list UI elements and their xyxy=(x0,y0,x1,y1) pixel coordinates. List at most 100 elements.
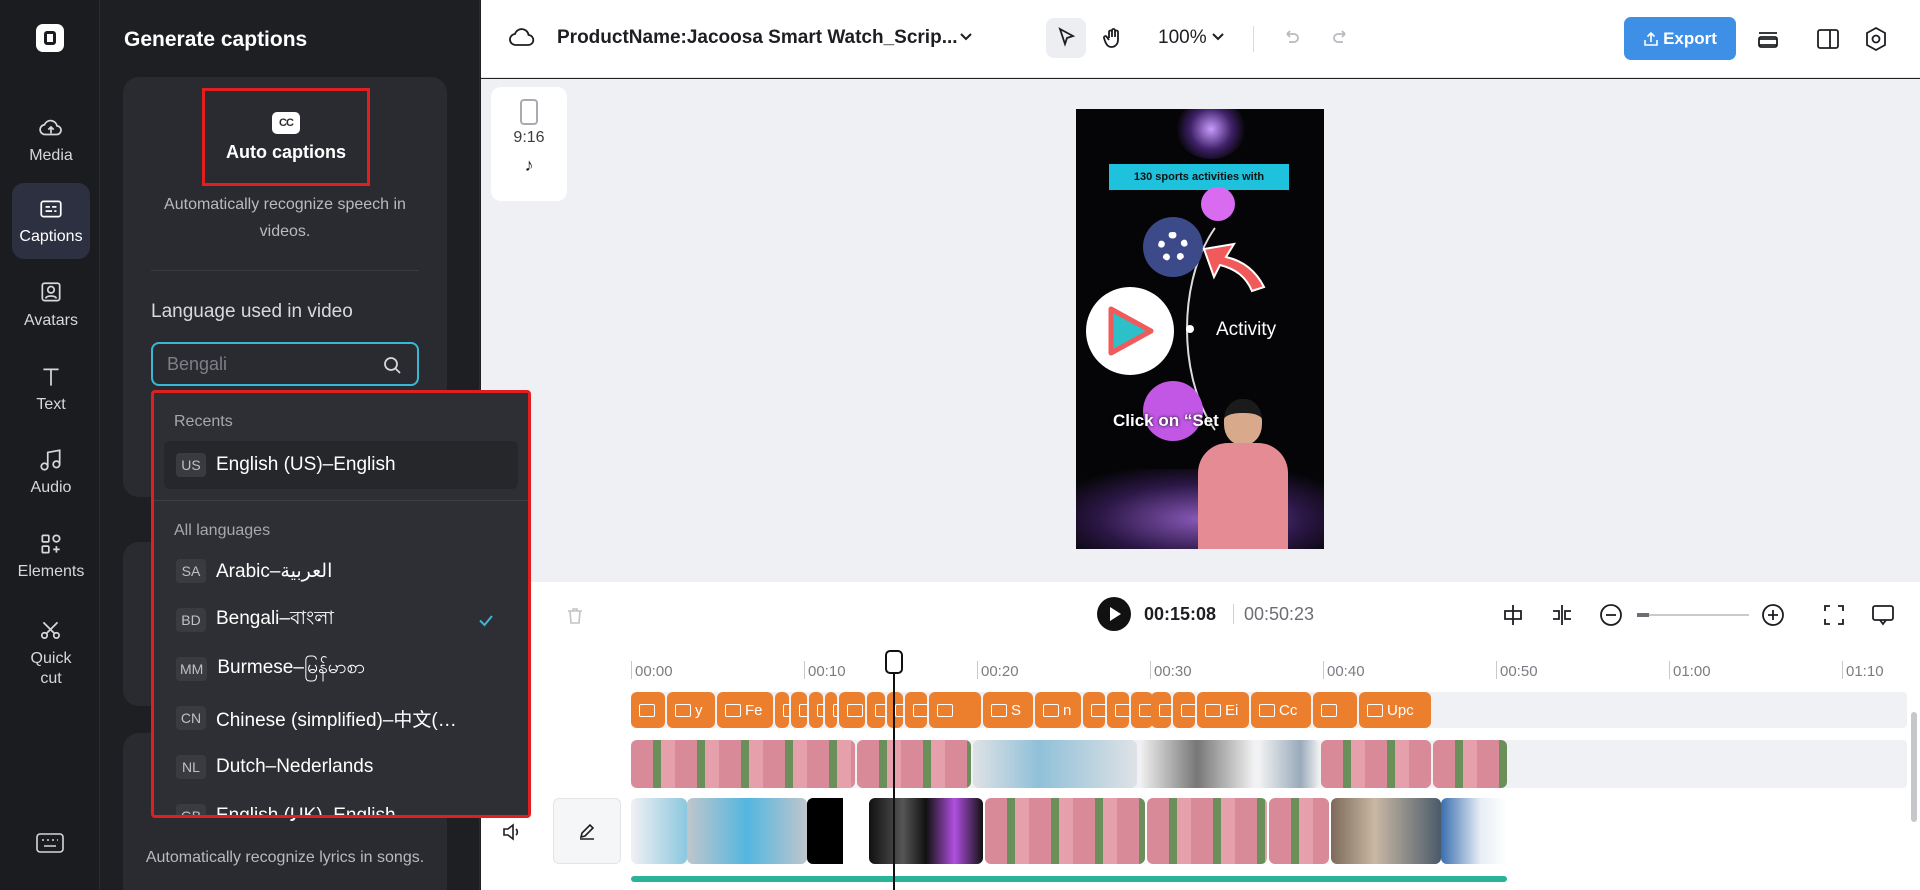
caption-clip[interactable] xyxy=(775,692,789,728)
fullscreen-button[interactable] xyxy=(1821,602,1847,628)
zoom-out-button[interactable] xyxy=(1598,602,1624,628)
play-button[interactable] xyxy=(1097,597,1131,631)
language-option[interactable]: MM Burmese–မြန်မာစာ xyxy=(164,645,518,693)
video-clip[interactable] xyxy=(1147,798,1267,864)
caption-clip[interactable]: n xyxy=(1035,692,1081,728)
rail-item-captions[interactable]: Captions xyxy=(12,183,90,259)
video-clip[interactable] xyxy=(857,740,971,788)
rail-item-media[interactable]: Media xyxy=(12,102,90,178)
audio-track[interactable] xyxy=(631,876,1507,882)
caption-clip[interactable]: Fe xyxy=(717,692,773,728)
project-title[interactable]: ProductName:Jacoosa Smart Watch_Scrip... xyxy=(557,27,958,49)
video-clip[interactable] xyxy=(1321,740,1431,788)
caption-clip-text: S xyxy=(1011,701,1022,719)
caption-icon xyxy=(847,703,863,717)
video-clip[interactable] xyxy=(631,798,687,864)
caption-clip[interactable] xyxy=(929,692,981,728)
edit-clip-button[interactable] xyxy=(553,798,621,864)
app-logo[interactable] xyxy=(36,24,64,52)
hand-tool-button[interactable] xyxy=(1093,18,1133,58)
video-clip[interactable] xyxy=(631,740,855,788)
redo-button[interactable] xyxy=(1322,18,1362,58)
caption-clip[interactable]: y xyxy=(667,692,715,728)
all-languages-heading: All languages xyxy=(174,522,271,539)
panel-toggle-button[interactable] xyxy=(1814,25,1842,53)
caption-clip[interactable]: Ei xyxy=(1197,692,1249,728)
slider-knob[interactable] xyxy=(1637,613,1649,617)
caption-clip[interactable] xyxy=(839,692,865,728)
language-search[interactable] xyxy=(151,342,419,386)
caption-clip[interactable]: ( xyxy=(887,692,903,728)
caption-clip[interactable]: Upc xyxy=(1359,692,1431,728)
snap-button[interactable] xyxy=(1500,602,1526,628)
caption-clip[interactable] xyxy=(905,692,927,728)
caption-clip[interactable]: ( xyxy=(1107,692,1129,728)
language-option[interactable]: CN Chinese (simplified)–中文(… xyxy=(164,694,518,742)
caption-clip[interactable]: Cc xyxy=(1251,692,1311,728)
video-clip[interactable] xyxy=(869,798,983,864)
split-button[interactable] xyxy=(1549,602,1575,628)
caption-clip[interactable] xyxy=(1131,692,1153,728)
upload-icon xyxy=(1644,31,1658,46)
rail-item-quick-cut[interactable]: Quick cut xyxy=(12,608,90,698)
rail-item-audio[interactable]: Audio xyxy=(12,434,90,510)
cc-icon: CC xyxy=(272,111,300,134)
undo-button[interactable] xyxy=(1270,18,1310,58)
rail-item-label: Quick cut xyxy=(30,650,72,687)
caption-clip[interactable] xyxy=(791,692,807,728)
dropdown-divider xyxy=(154,500,528,501)
rail-item-elements[interactable]: Elements xyxy=(12,518,90,594)
video-preview[interactable]: 130 sports activities with Activity Clic… xyxy=(1076,109,1324,549)
select-tool-button[interactable] xyxy=(1046,18,1086,58)
aspect-ratio-picker[interactable]: 9:16 ♪ xyxy=(491,87,567,201)
language-option[interactable]: GB English (UK)–English xyxy=(164,792,518,815)
video-clip[interactable] xyxy=(1433,740,1507,788)
caption-clip[interactable] xyxy=(1313,692,1357,728)
language-option-recent[interactable]: US English (US)–English xyxy=(164,441,518,489)
export-button[interactable]: Export xyxy=(1624,17,1736,60)
zoom-level[interactable]: 100% xyxy=(1158,27,1207,49)
auto-captions-button[interactable]: CC Auto captions xyxy=(202,88,370,186)
trash-icon[interactable] xyxy=(565,606,585,626)
caption-clip[interactable] xyxy=(867,692,885,728)
layers-button[interactable] xyxy=(1754,25,1782,53)
timeline-zoom-slider[interactable] xyxy=(1637,613,1749,617)
left-nav-rail: Media Captions Avatars Text Audio Elemen… xyxy=(0,0,100,890)
rail-item-label: Captions xyxy=(19,228,83,245)
caption-clip[interactable] xyxy=(825,692,837,728)
video-clip[interactable] xyxy=(687,798,807,864)
video-clip[interactable] xyxy=(1257,740,1319,788)
caption-track: y Fe ( ( Sn ( ( Ei Cc Upc xyxy=(631,692,1907,728)
video-clip[interactable] xyxy=(1331,798,1441,864)
caption-clip[interactable]: S xyxy=(983,692,1033,728)
playhead-handle[interactable] xyxy=(885,650,903,674)
video-clip[interactable] xyxy=(1269,798,1329,864)
caption-clip[interactable] xyxy=(631,692,665,728)
rail-item-avatars[interactable]: Avatars xyxy=(12,267,90,343)
caption-clip[interactable] xyxy=(1173,692,1195,728)
language-search-input[interactable] xyxy=(167,354,367,375)
volume-icon[interactable] xyxy=(501,821,523,843)
keyboard-icon[interactable] xyxy=(36,832,64,854)
language-option-selected[interactable]: BD Bengali–বাংলা xyxy=(164,596,518,644)
cloud-sync-icon[interactable] xyxy=(509,26,535,48)
timeline-scrollbar[interactable] xyxy=(1911,712,1917,822)
phone-icon xyxy=(520,99,538,125)
rail-item-text[interactable]: Text xyxy=(12,351,90,427)
feedback-button[interactable] xyxy=(1870,602,1896,628)
video-clip[interactable] xyxy=(985,798,1145,864)
video-clip[interactable] xyxy=(1441,798,1507,864)
caption-clip[interactable]: ( xyxy=(809,692,823,728)
chevron-down-icon[interactable] xyxy=(959,32,973,42)
zoom-in-button[interactable] xyxy=(1760,602,1786,628)
video-clip[interactable] xyxy=(973,740,1137,788)
playhead[interactable] xyxy=(885,650,903,890)
caption-clip[interactable] xyxy=(1083,692,1105,728)
settings-button[interactable] xyxy=(1862,25,1890,53)
caption-clip[interactable]: ( xyxy=(1151,692,1171,728)
language-option[interactable]: SA Arabic–العربية xyxy=(164,547,518,595)
language-option[interactable]: NL Dutch–Nederlands xyxy=(164,743,518,791)
video-clip[interactable] xyxy=(1139,740,1255,788)
video-clip[interactable] xyxy=(807,798,867,864)
chevron-down-icon[interactable] xyxy=(1212,33,1224,41)
